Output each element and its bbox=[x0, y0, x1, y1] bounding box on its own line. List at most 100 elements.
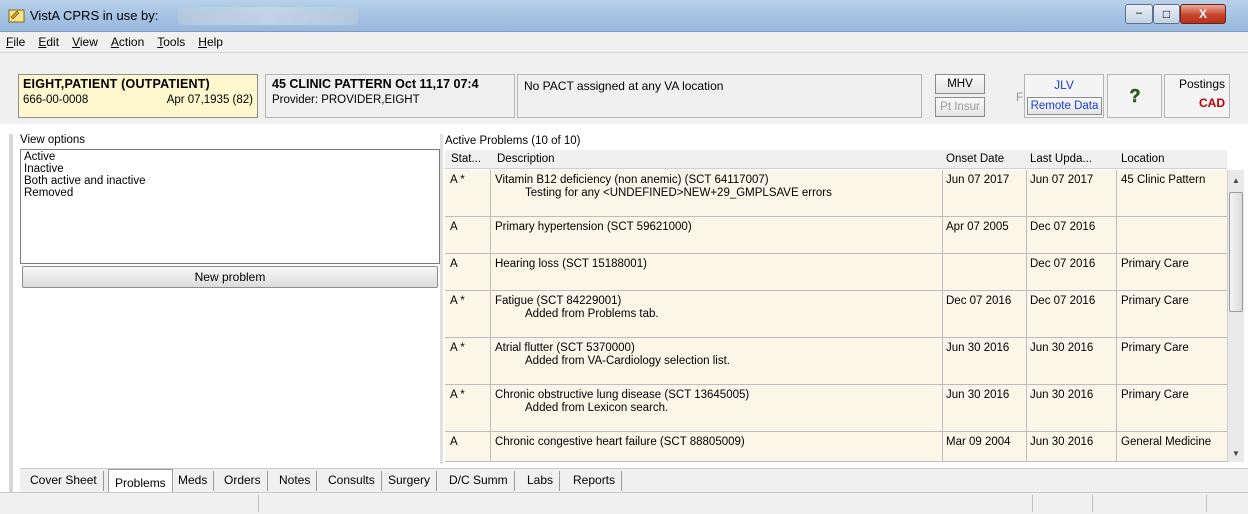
visit-info-button[interactable]: 45 CLINIC PATTERN Oct 11,17 07:4 Provide… bbox=[265, 74, 515, 118]
cell-stat: A * bbox=[450, 389, 465, 401]
maximize-button[interactable]: □ bbox=[1153, 4, 1180, 24]
problems-scrollbar[interactable]: ▲ ▼ bbox=[1227, 170, 1244, 462]
help-button[interactable]: ? bbox=[1107, 74, 1162, 118]
patient-name: EIGHT,PATIENT (OUTPATIENT) bbox=[23, 77, 210, 91]
mhv-label: MHV bbox=[947, 78, 973, 90]
column-divider bbox=[1026, 254, 1027, 290]
pact-info[interactable]: No PACT assigned at any VA location bbox=[517, 74, 922, 118]
scroll-thumb[interactable] bbox=[1229, 192, 1243, 312]
table-row[interactable]: A Primary hypertension (SCT 59621000) Apr … bbox=[445, 217, 1227, 254]
cell-desc: Chronic congestive heart failure (SCT 88… bbox=[495, 436, 745, 448]
problem-comment: Added from VA-Cardiology selection list. bbox=[525, 355, 730, 367]
status-divider bbox=[1206, 495, 1207, 512]
menu-file[interactable]: File bbox=[6, 35, 25, 49]
app-icon bbox=[8, 9, 25, 23]
column-divider bbox=[1116, 432, 1117, 461]
problem-comment: Testing for any <UNDEFINED>NEW+29_GMPLSA… bbox=[525, 187, 832, 199]
cad-indicator: CAD bbox=[1199, 96, 1225, 110]
menu-edit[interactable]: Edit bbox=[38, 35, 59, 49]
column-divider bbox=[1116, 217, 1117, 253]
column-header-status[interactable]: Stat... bbox=[451, 153, 481, 165]
cell-location: Primary Care bbox=[1121, 295, 1189, 307]
problem-comment: Added from Problems tab. bbox=[525, 308, 659, 320]
mhv-button[interactable]: MHV bbox=[935, 74, 985, 94]
column-divider bbox=[942, 291, 943, 337]
postings-label: Postings bbox=[1178, 77, 1225, 91]
cell-onset: Jun 30 2016 bbox=[946, 389, 1010, 401]
view-options-label: View options bbox=[20, 134, 85, 146]
scroll-up-icon[interactable]: ▲ bbox=[1232, 176, 1240, 185]
view-option-item[interactable]: Inactive bbox=[24, 163, 436, 175]
view-options-list[interactable]: Active Inactive Both active and inactive Re… bbox=[20, 149, 440, 264]
menu-help[interactable]: Help bbox=[198, 35, 223, 49]
column-header-description[interactable]: Description bbox=[497, 153, 555, 165]
table-row[interactable]: A * Chronic obstructive lung disease (SCT… bbox=[445, 385, 1227, 432]
table-row[interactable]: A Hearing loss (SCT 15188001) Dec 07 2016 P… bbox=[445, 254, 1227, 291]
tab-labs[interactable]: Labs bbox=[521, 471, 561, 491]
column-header-location[interactable]: Location bbox=[1121, 153, 1164, 165]
remote-data-button[interactable]: Remote Data bbox=[1027, 97, 1102, 115]
column-divider bbox=[490, 291, 491, 337]
tab-cover-sheet[interactable]: Cover Sheet bbox=[24, 471, 104, 491]
cell-onset: Mar 09 2004 bbox=[946, 436, 1011, 448]
column-divider bbox=[942, 217, 943, 253]
tab-surgery[interactable]: Surgery bbox=[382, 471, 438, 491]
cell-desc: Fatigue (SCT 84229001) Added from Problem… bbox=[495, 295, 659, 320]
table-row[interactable]: A * Vitamin B12 deficiency (non anemic) (… bbox=[445, 170, 1227, 217]
postings-button[interactable]: Postings CAD bbox=[1164, 74, 1230, 118]
tab-problems[interactable]: Problems bbox=[108, 469, 173, 493]
status-bar bbox=[0, 492, 1248, 514]
cell-desc: Chronic obstructive lung disease (SCT 13… bbox=[495, 389, 750, 414]
table-row[interactable]: A * Atrial flutter (SCT 5370000) Added fro… bbox=[445, 338, 1227, 385]
menu-tools[interactable]: Tools bbox=[157, 35, 185, 49]
column-divider bbox=[1116, 254, 1117, 290]
problem-comment: Added from Lexicon search. bbox=[525, 402, 669, 414]
column-divider bbox=[1026, 170, 1027, 216]
cell-updated: Jun 30 2016 bbox=[1030, 436, 1094, 448]
menu-view[interactable]: View bbox=[72, 35, 98, 49]
view-option-item[interactable]: Both active and inactive bbox=[24, 175, 436, 187]
minimize-button[interactable]: – bbox=[1125, 4, 1153, 24]
minimize-icon: – bbox=[1135, 7, 1143, 19]
panel-splitter[interactable] bbox=[440, 134, 443, 464]
column-header-onset-date[interactable]: Onset Date bbox=[946, 153, 1004, 165]
cell-stat: A bbox=[450, 258, 458, 270]
tab-orders[interactable]: Orders bbox=[218, 471, 268, 491]
maximize-icon: □ bbox=[1162, 7, 1171, 21]
cell-updated: Dec 07 2016 bbox=[1030, 258, 1096, 270]
tab-d-c-summ[interactable]: D/C Summ bbox=[443, 471, 515, 491]
menu-action[interactable]: Action bbox=[111, 35, 144, 49]
cell-onset: Dec 07 2016 bbox=[946, 295, 1012, 307]
tab-consults[interactable]: Consults bbox=[322, 471, 382, 491]
help-icon: ? bbox=[1129, 86, 1141, 106]
cell-location: 45 Clinic Pattern bbox=[1121, 174, 1206, 186]
table-row[interactable]: A * Fatigue (SCT 84229001) Added from Prob… bbox=[445, 291, 1227, 338]
visit-provider: Provider: PROVIDER,EIGHT bbox=[272, 94, 420, 106]
status-divider bbox=[258, 495, 259, 512]
column-divider bbox=[1026, 432, 1027, 461]
jlv-button[interactable]: JLV bbox=[1025, 78, 1103, 92]
column-divider bbox=[1026, 291, 1027, 337]
tab-reports[interactable]: Reports bbox=[567, 471, 623, 491]
view-option-item[interactable]: Active bbox=[24, 151, 436, 163]
patient-ssn: 666-00-0008 bbox=[23, 94, 89, 106]
cell-onset: Jun 07 2017 bbox=[946, 174, 1010, 186]
pt-insur-button[interactable]: Pt Insur bbox=[935, 97, 985, 117]
view-option-item[interactable]: Removed bbox=[24, 187, 436, 199]
patient-info-button[interactable]: EIGHT,PATIENT (OUTPATIENT) 666-00-0008 A… bbox=[18, 74, 258, 118]
visit-title: 45 CLINIC PATTERN Oct 11,17 07:4 bbox=[272, 77, 479, 91]
tab-notes[interactable]: Notes bbox=[273, 471, 318, 491]
column-header-last-updated[interactable]: Last Upda... bbox=[1030, 153, 1092, 165]
cell-onset: Jun 30 2016 bbox=[946, 342, 1010, 354]
window-title: VistA CPRS in use by: bbox=[30, 8, 159, 23]
table-row[interactable]: A Chronic congestive heart failure (SCT 8… bbox=[445, 432, 1227, 462]
tab-meds[interactable]: Meds bbox=[172, 471, 215, 491]
new-problem-button[interactable]: New problem bbox=[22, 266, 438, 288]
cell-updated: Dec 07 2016 bbox=[1030, 221, 1096, 233]
column-divider bbox=[1026, 217, 1027, 253]
column-divider bbox=[1116, 338, 1117, 384]
problems-grid: A * Vitamin B12 deficiency (non anemic) (… bbox=[445, 170, 1227, 462]
scroll-down-icon[interactable]: ▼ bbox=[1232, 449, 1240, 458]
close-button[interactable]: X bbox=[1180, 4, 1226, 24]
column-divider bbox=[490, 338, 491, 384]
